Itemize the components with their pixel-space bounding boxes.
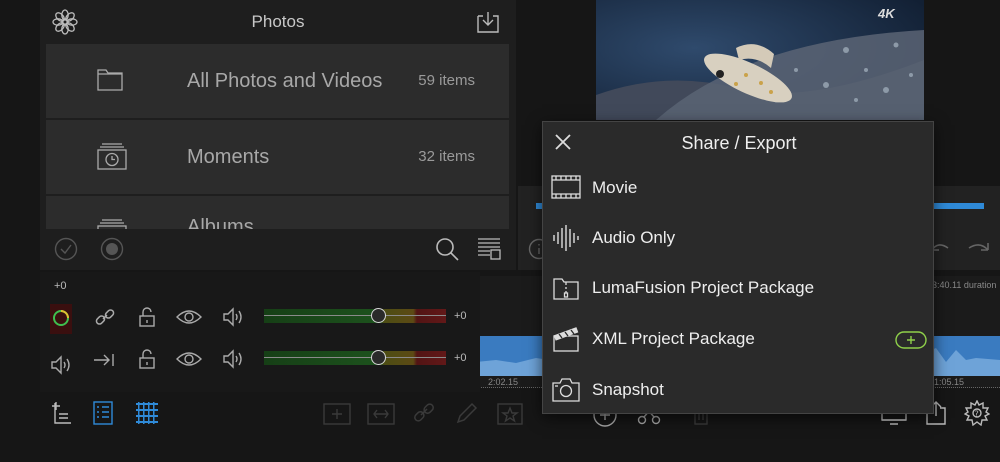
volume-meter-slider[interactable] [264,350,446,365]
export-audio-only-option[interactable]: Audio Only [543,214,935,264]
record-icon[interactable] [100,237,124,261]
visibility-eye-icon[interactable] [176,308,202,326]
redo-icon[interactable] [964,238,990,260]
film-strip-icon [551,175,581,199]
track-list-icon[interactable] [92,400,114,426]
track-headers: +0 +0 +0 [40,272,480,392]
clapperboard-icon [552,325,580,353]
camera-icon [551,377,581,403]
settings-gear-icon[interactable]: ? [964,400,990,426]
resolution-badge: 4K [878,6,895,21]
moments-clock-icon [96,142,128,170]
volume-level-label: +0 [454,352,467,364]
volume-meter-slider[interactable] [264,308,446,323]
album-count: 32 items [418,148,475,165]
export-snapshot-option[interactable]: Snapshot [543,365,935,415]
search-icon[interactable] [434,236,460,262]
top-offset-label: +0 [54,280,67,292]
track-arrow-icon[interactable] [92,352,116,368]
video-preview: 4K [596,0,924,120]
albums-stack-icon [96,218,128,229]
export-lumafusion-package-option[interactable]: LumaFusion Project Package [543,264,935,314]
speaker-icon[interactable] [222,306,244,328]
browser-title: Photos [251,12,305,31]
export-option-label: XML Project Package [592,329,755,348]
overwrite-clip-icon[interactable] [366,400,396,426]
export-xml-package-option[interactable]: XML Project Package [543,315,935,365]
link-clip-icon[interactable] [412,400,436,426]
import-download-icon[interactable] [474,10,502,34]
volume-knob[interactable] [371,350,386,365]
export-option-label: Movie [592,178,638,197]
album-count: 59 items [418,72,475,89]
album-name: Moments [187,146,270,168]
speaker-icon[interactable] [50,354,72,376]
insert-clip-icon[interactable] [322,400,352,426]
album-row-all-photos[interactable]: All Photos and Videos 59 items [46,44,509,118]
album-row-moments[interactable]: Moments 32 items [46,120,509,194]
share-export-dialog: Share / Export Movie Audio Only LumaFusi… [542,121,934,414]
export-option-label: Audio Only [592,228,676,247]
add-track-icon[interactable] [50,400,74,426]
album-name: Albums [187,216,254,229]
select-check-icon[interactable] [54,237,78,261]
zip-folder-icon [552,275,580,301]
edit-pencil-icon[interactable] [454,400,478,426]
timeline-tick-left: 2:02.15 [488,377,519,387]
link-icon[interactable] [94,306,116,328]
export-option-label: Snapshot [592,380,664,399]
speaker-icon[interactable] [222,348,244,370]
export-movie-option[interactable]: Movie [543,163,935,213]
album-row-albums[interactable]: Albums [46,196,509,229]
folder-icon [96,66,124,92]
track-grid-icon[interactable] [134,400,160,426]
color-wheel-icon[interactable] [48,304,74,334]
visibility-eye-icon[interactable] [176,350,202,368]
album-name: All Photos and Videos [187,70,383,92]
volume-knob[interactable] [371,308,386,323]
unlock-icon[interactable] [138,348,156,370]
volume-level-label: +0 [454,310,467,322]
favorite-star-icon[interactable] [496,400,524,426]
timeline-tick-right: 1:05.15 [934,377,965,387]
timeline-duration: 3:40.11 duration [932,280,997,290]
add-plus-badge-icon[interactable] [895,331,927,349]
media-browser-panel: Photos All Photos and Videos 59 items Mo… [40,0,516,270]
unlock-icon[interactable] [138,306,156,328]
dialog-title: Share / Export [681,133,797,153]
waveform-icon [551,224,581,252]
svg-text:?: ? [975,410,979,419]
list-view-icon[interactable] [476,236,502,262]
export-option-label: LumaFusion Project Package [592,278,815,297]
